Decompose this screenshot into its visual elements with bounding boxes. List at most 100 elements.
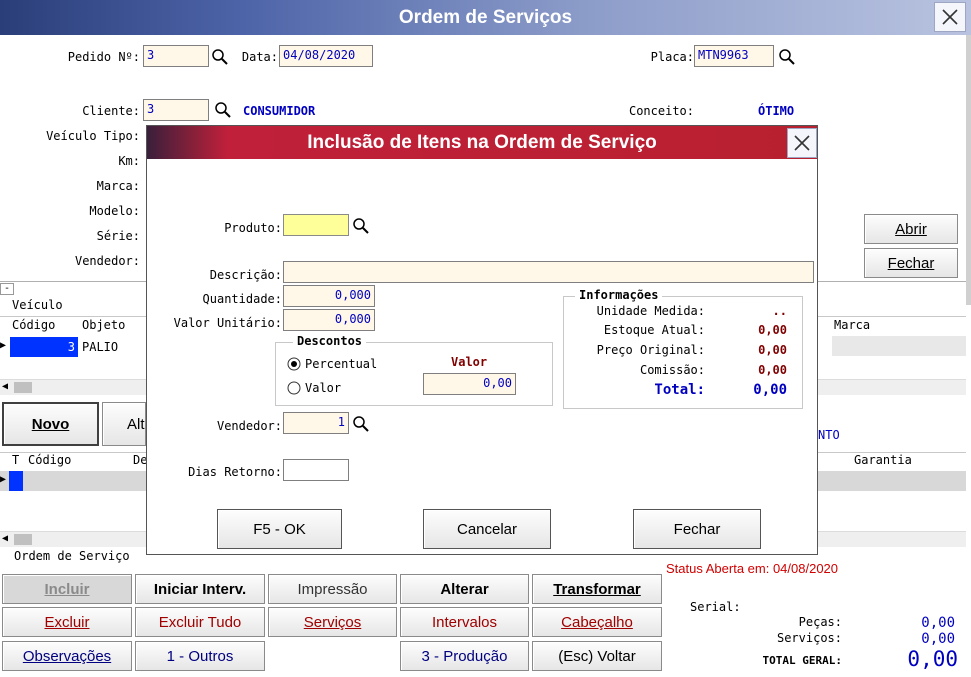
scroll-thumb[interactable] <box>14 382 32 393</box>
voltar-button[interactable]: (Esc) Voltar <box>532 641 662 671</box>
fechar-side-button[interactable]: Fechar <box>864 248 958 278</box>
descontos-title: Descontos <box>293 334 367 348</box>
cliente-field[interactable]: 3 <box>143 99 209 121</box>
comissao-value: 0,00 <box>758 363 787 377</box>
estoque-label: Estoque Atual: <box>603 323 705 337</box>
vendedor-label: Vendedor: <box>74 254 140 268</box>
pedido-field[interactable]: 3 <box>143 45 209 67</box>
cliente-label: Cliente: <box>82 104 140 118</box>
ok-button[interactable]: F5 - OK <box>217 509 342 549</box>
alterar-button[interactable]: Alterar <box>400 574 529 604</box>
inclusao-itens-dialog: Inclusão de Itens na Ordem de Serviço Pr… <box>146 125 818 555</box>
dialog-close-button[interactable] <box>787 128 817 158</box>
veiculo-group-label: Veículo <box>12 298 63 312</box>
row-pointer-icon: ▶ <box>0 340 7 351</box>
km-label: Km: <box>118 154 140 168</box>
search-produto-icon[interactable] <box>352 217 370 235</box>
comissao-label: Comissão: <box>639 363 705 377</box>
radio-unselected-icon <box>287 381 301 395</box>
produto-field[interactable] <box>283 214 349 236</box>
table-row[interactable]: ▶ 3 PALIO <box>0 337 146 357</box>
fechar-dialog-button[interactable]: Fechar <box>633 509 761 549</box>
estoque-value: 0,00 <box>758 323 787 337</box>
items-scroll-thumb[interactable] <box>14 534 32 545</box>
search-placa-icon[interactable] <box>778 48 796 66</box>
dialog-title-bar: Inclusão de Itens na Ordem de Serviço <box>147 126 817 159</box>
descontos-valor-header: Valor <box>451 355 488 369</box>
serial-label: Serial: <box>690 600 741 614</box>
impressao-button[interactable]: Impressão <box>268 574 397 604</box>
valor-unitario-label: Valor Unitário: <box>173 316 282 330</box>
data-label: Data: <box>241 50 278 64</box>
pecas-label: Peças: <box>798 615 842 629</box>
window-close-button[interactable] <box>934 2 966 32</box>
quantidade-label: Quantidade: <box>202 292 282 306</box>
novo-button[interactable]: Novo <box>2 402 99 446</box>
marca-label: Marca: <box>96 179 140 193</box>
modelo-label: Modelo: <box>89 204 140 218</box>
iniciar-intervencao-button[interactable]: Iniciar Interv. <box>135 574 265 604</box>
vehicle-row-marca-cell <box>832 336 966 356</box>
descricao-field[interactable] <box>283 261 814 283</box>
data-field[interactable]: 04/08/2020 <box>279 45 373 67</box>
excluir-tudo-button[interactable]: Excluir Tudo <box>135 607 265 637</box>
abrir-button[interactable]: Abrir <box>864 214 958 244</box>
servicos-button[interactable]: Serviços <box>268 607 397 637</box>
items-scroll-left-icon[interactable]: ◀ <box>2 533 8 544</box>
col-objeto[interactable]: Objeto <box>82 318 125 332</box>
col-marca[interactable]: Marca <box>834 318 870 332</box>
servicos-total-label: Serviços: <box>776 631 842 645</box>
col-garantia[interactable]: Garantia <box>854 453 912 467</box>
collapse-toggle[interactable]: - <box>0 283 14 295</box>
item-row-pointer-icon: ▶ <box>0 474 7 485</box>
cell-codigo: 3 <box>10 337 78 357</box>
pedido-label: Pedido Nº: <box>67 50 140 64</box>
excluir-button[interactable]: Excluir <box>2 607 132 637</box>
unidade-value: .. <box>772 304 787 318</box>
placa-label: Placa: <box>650 50 694 64</box>
produto-label: Produto: <box>224 221 282 235</box>
conceito-value: ÓTIMO <box>758 104 795 118</box>
alterar-veiculo-button[interactable]: Alt <box>102 402 146 446</box>
cliente-name: CONSUMIDOR <box>243 104 316 118</box>
preco-original-value: 0,00 <box>758 343 787 357</box>
servicos-total-value: 0,00 <box>921 631 955 647</box>
col-codigo[interactable]: Código <box>12 318 55 332</box>
descricao-label: Descrição: <box>209 268 282 282</box>
observacoes-button[interactable]: Observações <box>2 641 132 671</box>
outros-button[interactable]: 1 - Outros <box>135 641 265 671</box>
cell-objeto: PALIO <box>82 340 119 354</box>
pecas-value: 0,00 <box>921 615 955 631</box>
veiculo-tipo-label: Veículo Tipo: <box>46 129 140 143</box>
status-partial-text: NTO <box>818 428 840 442</box>
scroll-left-icon[interactable]: ◀ <box>2 381 8 392</box>
search-vendedor-icon[interactable] <box>352 415 370 433</box>
dias-retorno-field[interactable] <box>283 459 349 481</box>
quantidade-field[interactable]: 0,000 <box>283 285 375 307</box>
total-geral-label: TOTAL GERAL: <box>762 654 842 667</box>
cancelar-button[interactable]: Cancelar <box>423 509 551 549</box>
desconto-valor-field[interactable]: 0,00 <box>423 373 516 395</box>
status-line: Status Aberta em: 04/08/2020 <box>666 561 839 576</box>
valor-unitario-field[interactable]: 0,000 <box>283 309 375 331</box>
placa-field[interactable]: MTN9963 <box>694 45 774 67</box>
dialog-vendedor-label: Vendedor: <box>216 419 282 433</box>
col-item-codigo[interactable]: Código <box>28 453 71 467</box>
informacoes-title: Informações <box>575 288 663 302</box>
incluir-button[interactable]: Incluir <box>2 574 132 604</box>
transformar-button[interactable]: Transformar <box>532 574 662 604</box>
dialog-vendedor-field[interactable]: 1 <box>283 412 349 434</box>
producao-button[interactable]: 3 - Produção <box>400 641 529 671</box>
window-title: Ordem de Serviços <box>398 7 573 28</box>
valor-radio-label: Valor <box>305 381 342 395</box>
unidade-label: Unidade Medida: <box>596 304 705 318</box>
search-pedido-icon[interactable] <box>211 48 229 66</box>
search-cliente-icon[interactable] <box>214 101 232 119</box>
window-title-bar: Ordem de Serviços <box>0 0 971 35</box>
dias-retorno-label: Dias Retorno: <box>188 465 282 479</box>
close-icon <box>942 9 958 25</box>
intervalos-button[interactable]: Intervalos <box>400 607 529 637</box>
item-cell-t <box>9 471 23 491</box>
col-t[interactable]: T <box>12 453 19 467</box>
cabecalho-button[interactable]: Cabeçalho <box>532 607 662 637</box>
